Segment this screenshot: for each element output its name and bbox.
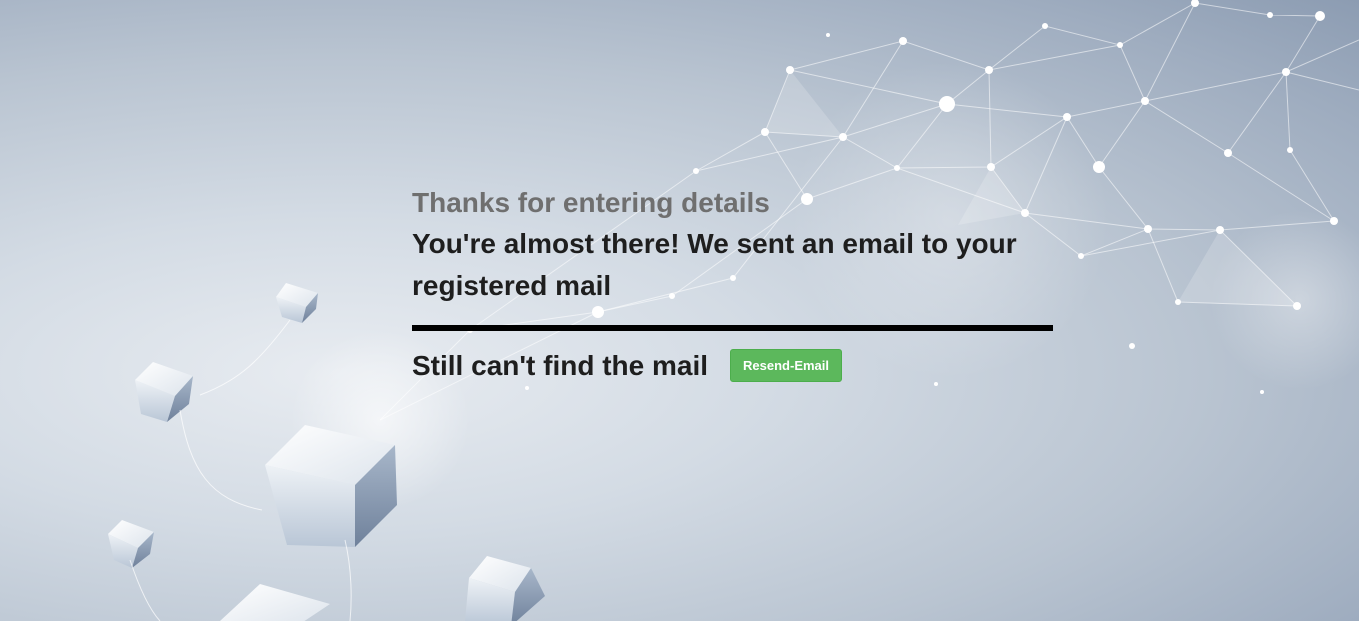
confirmation-panel: Thanks for entering details You're almos…: [412, 185, 1053, 382]
thanks-subtitle: Thanks for entering details: [412, 187, 770, 218]
divider: [412, 325, 1053, 331]
resend-prompt: Still can't find the mail: [412, 349, 709, 381]
resend-row: Still can't find the mail Resend-Email: [412, 349, 1053, 382]
resend-email-button[interactable]: Resend-Email: [730, 349, 843, 382]
email-sent-headline: You're almost there! We sent an email to…: [412, 228, 1017, 301]
